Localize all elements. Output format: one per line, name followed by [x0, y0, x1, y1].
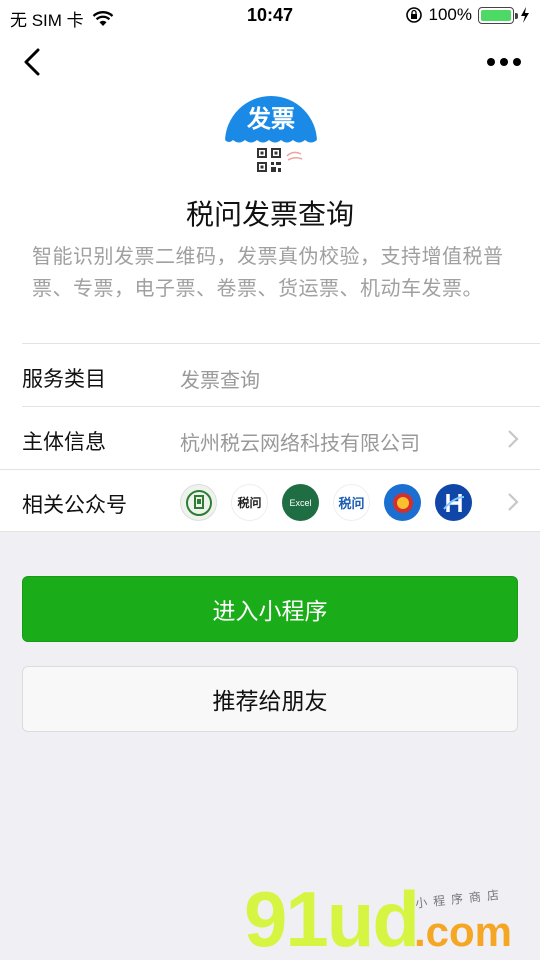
app-description: 智能识别发票二维码，发票真伪校验，支持增值税普票、专票，电子票、卷票、货运票、机…	[32, 246, 504, 300]
nav-bar	[0, 40, 540, 84]
more-button[interactable]	[482, 42, 526, 82]
svg-text:发票: 发票	[246, 105, 295, 133]
excel-icon: Excel	[282, 484, 319, 521]
tax-guide-icon	[180, 484, 217, 521]
row-service-category: 服务类目 发票查询	[22, 343, 540, 406]
row-label: 服务类目	[22, 368, 106, 391]
recommend-to-friend-button[interactable]: 推荐给朋友	[22, 666, 518, 732]
more-dots-icon	[487, 58, 521, 66]
tax-bureau-emblem-icon	[384, 484, 421, 521]
back-button[interactable]	[12, 42, 52, 82]
row-entity-info[interactable]: 主体信息 杭州税云网络科技有限公司	[22, 406, 540, 469]
battery-icon	[478, 6, 518, 24]
watermark-domain: .com	[414, 908, 513, 955]
app-icon: 发票	[225, 96, 317, 188]
row-label: 相关公众号	[22, 494, 127, 517]
enter-mini-program-button[interactable]: 进入小程序	[22, 576, 518, 642]
watermark: 91ud .com 小程序商店	[0, 880, 540, 960]
charging-icon	[521, 7, 529, 23]
row-related-accounts[interactable]: 相关公众号 税问 Excel 税问	[0, 469, 540, 532]
row-value: 发票查询	[180, 370, 260, 392]
account-icons: 税问 Excel 税问	[180, 484, 472, 521]
row-value: 杭州税云网络科技有限公司	[180, 433, 420, 455]
status-bar: 无 SIM 卡 10:47 100%	[0, 0, 540, 32]
info-list: 服务类目 发票查询 主体信息 杭州税云网络科技有限公司 相关公众号 税问 Exc…	[0, 343, 540, 532]
shuiwen-blue-icon: 税问	[333, 484, 370, 521]
watermark-logo: 91ud	[244, 875, 420, 960]
h-logo-icon	[435, 484, 472, 521]
shuiwen-icon: 税问	[231, 484, 268, 521]
app-title: 税问发票查询	[185, 199, 354, 230]
chevron-right-icon	[508, 493, 519, 511]
chevron-right-icon	[508, 430, 519, 448]
row-label: 主体信息	[22, 431, 106, 454]
chevron-left-icon	[24, 48, 40, 76]
rotation-lock-icon	[405, 7, 422, 23]
invoice-logo-icon: 发票	[225, 96, 317, 188]
status-right: 100%	[405, 5, 530, 25]
battery-percent: 100%	[428, 5, 472, 24]
